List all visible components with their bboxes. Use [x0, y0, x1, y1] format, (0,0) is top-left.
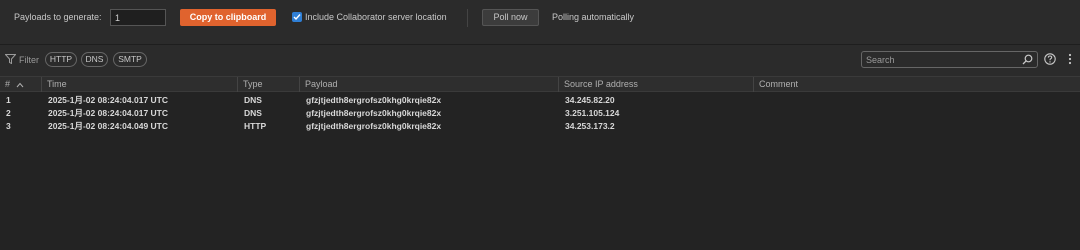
poll-now-button[interactable]: Poll now — [482, 9, 539, 26]
column-header-number[interactable]: # — [0, 77, 42, 92]
cell-number: 2 — [6, 108, 11, 118]
cell-time: 2025-1月-02 08:24:04.049 UTC — [48, 121, 169, 131]
interactions-table: # Time Type Payload Source IP address Co… — [0, 76, 1080, 250]
cell-payload: gfzjtjedth8ergrofsz0khg0krqie82x — [306, 95, 442, 105]
cell-payload: gfzjtjedth8ergrofsz0khg0krqie82x — [306, 108, 442, 118]
toolbar-divider — [467, 9, 468, 27]
polling-status-text: Polling automatically — [552, 12, 635, 22]
table-row[interactable]: 3 2025-1月-02 08:24:04.049 UTC HTTP gfzjt… — [0, 120, 1080, 133]
cell-type: DNS — [244, 108, 262, 118]
filter-pill-smtp[interactable]: SMTP — [113, 52, 147, 67]
checkmark-icon — [293, 14, 301, 21]
cell-comment[interactable] — [754, 94, 1080, 107]
cell-time: 2025-1月-02 08:24:04.017 UTC — [48, 108, 169, 118]
help-icon[interactable] — [1044, 53, 1056, 65]
payloads-to-generate-label: Payloads to generate: — [14, 12, 102, 22]
search-input[interactable] — [866, 53, 1016, 66]
filter-pill-dns[interactable]: DNS — [81, 52, 108, 67]
column-header-type[interactable]: Type — [238, 77, 300, 92]
cell-source-ip: 3.251.105.124 — [565, 108, 620, 118]
column-header-comment[interactable]: Comment — [754, 77, 1080, 92]
section-divider — [0, 44, 1080, 45]
column-header-source-ip[interactable]: Source IP address — [559, 77, 754, 92]
include-server-location-checkbox[interactable] — [292, 12, 302, 22]
cell-source-ip: 34.245.82.20 — [565, 95, 615, 105]
table-row[interactable]: 2 2025-1月-02 08:24:04.017 UTC DNS gfzjtj… — [0, 107, 1080, 120]
copy-to-clipboard-button[interactable]: Copy to clipboard — [180, 9, 276, 26]
filter-pill-http[interactable]: HTTP — [45, 52, 77, 67]
cell-number: 3 — [6, 121, 11, 131]
cell-payload: gfzjtjedth8ergrofsz0khg0krqie82x — [306, 121, 442, 131]
cell-number: 1 — [6, 95, 11, 105]
include-server-location-label[interactable]: Include Collaborator server location — [305, 12, 447, 22]
filter-icon[interactable] — [5, 54, 16, 64]
payloads-count-input[interactable] — [110, 9, 166, 26]
cell-type: DNS — [244, 95, 262, 105]
search-box[interactable] — [861, 51, 1038, 68]
table-row[interactable]: 1 2025-1月-02 08:24:04.017 UTC DNS gfzjtj… — [0, 94, 1080, 107]
kebab-menu-icon[interactable] — [1066, 53, 1074, 65]
filter-label[interactable]: Filter — [19, 55, 39, 65]
column-header-number-label: # — [5, 79, 11, 89]
table-header: # Time Type Payload Source IP address Co… — [0, 77, 1080, 92]
toolbar: Payloads to generate: Copy to clipboard … — [0, 0, 1080, 37]
search-icon[interactable] — [1022, 54, 1033, 65]
sort-ascending-icon — [16, 82, 23, 87]
cell-comment[interactable] — [754, 120, 1080, 133]
column-header-time[interactable]: Time — [42, 77, 238, 92]
cell-time: 2025-1月-02 08:24:04.017 UTC — [48, 95, 169, 105]
cell-type: HTTP — [244, 121, 267, 131]
column-header-payload[interactable]: Payload — [300, 77, 559, 92]
cell-comment[interactable] — [754, 107, 1080, 120]
cell-source-ip: 34.253.173.2 — [565, 121, 615, 131]
